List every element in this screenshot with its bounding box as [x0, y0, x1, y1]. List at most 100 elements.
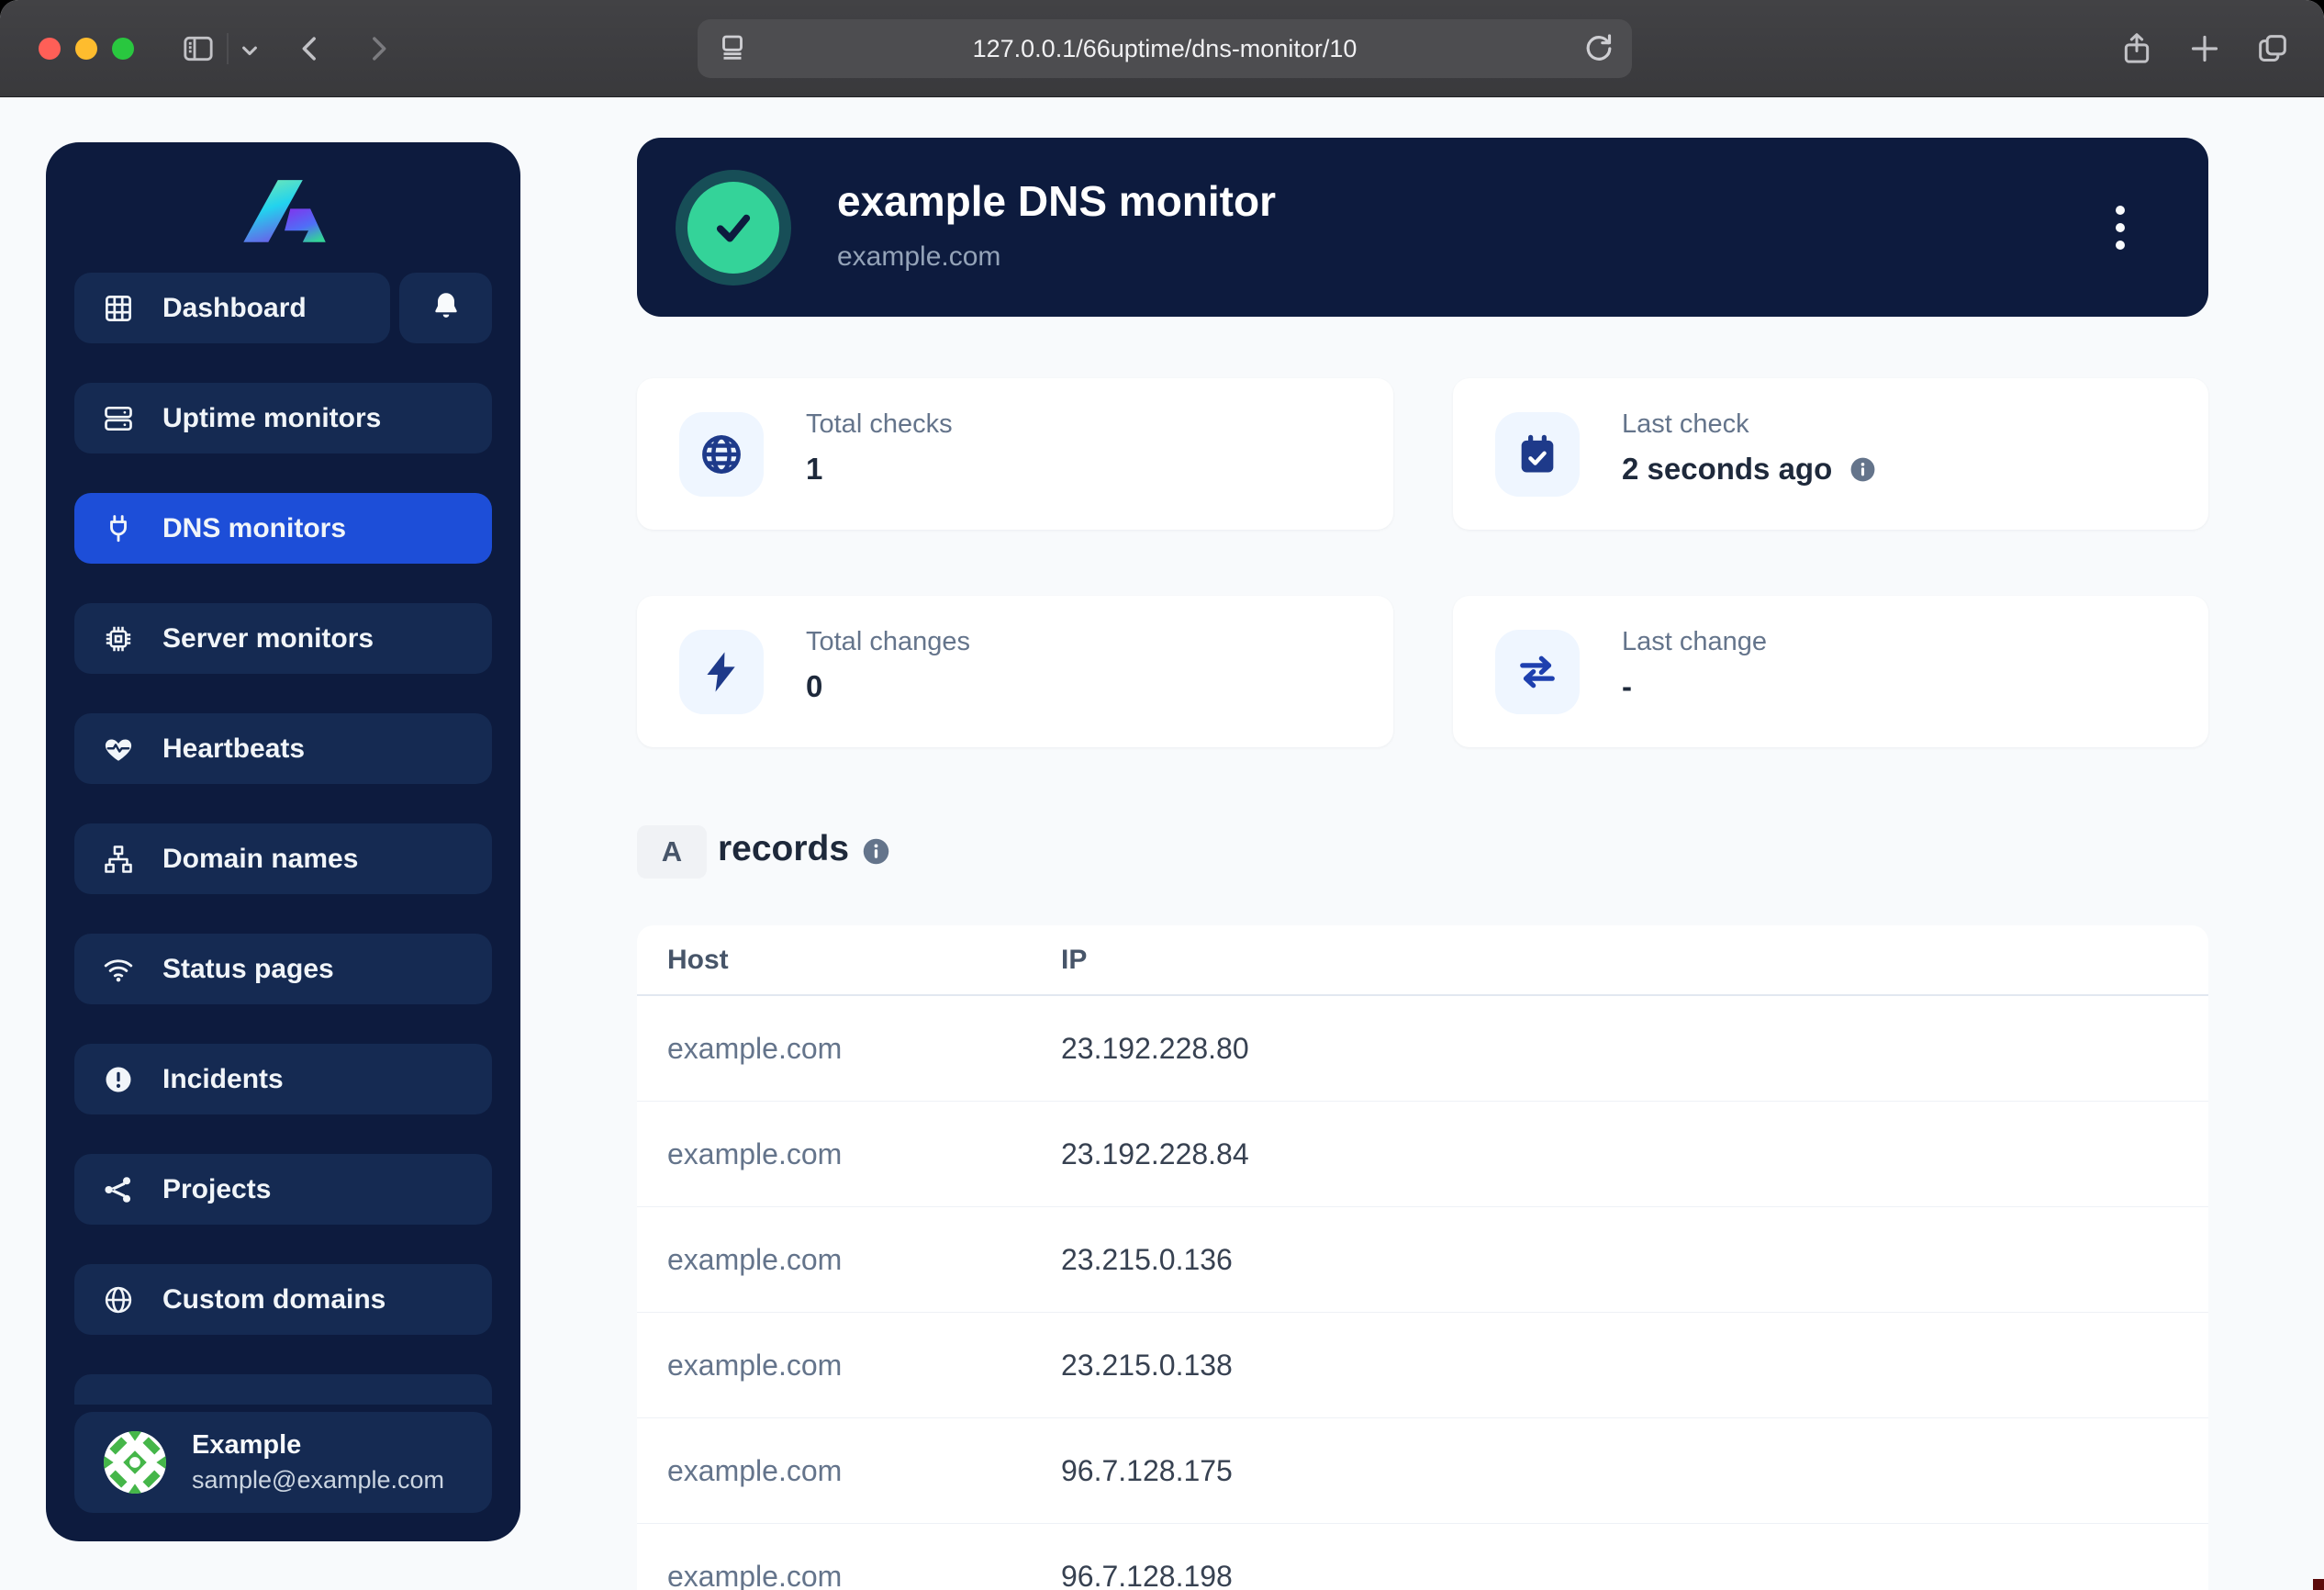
traffic-lights [39, 38, 134, 60]
ip-cell: 96.7.128.198 [1061, 1560, 1233, 1590]
toolbar-divider [227, 33, 229, 64]
sidebar-item-projects[interactable]: Projects [74, 1154, 492, 1225]
stat-label: Total checks [806, 409, 953, 440]
monitor-title: example DNS monitor [837, 176, 1276, 226]
sidebar-item-heartbeats[interactable]: Heartbeats [74, 713, 492, 784]
table-row: example.com 23.192.228.84 [637, 1102, 2208, 1207]
sidebar-item-custom-domains[interactable]: Custom domains [74, 1264, 492, 1335]
calendar-check-icon [1495, 412, 1580, 497]
sidebar-top-row: Dashboard [74, 273, 492, 343]
host-cell: example.com [667, 1349, 1061, 1383]
sidebar-item-uptime-monitors[interactable]: Uptime monitors [74, 383, 492, 453]
stat-label: Last check [1622, 409, 1749, 440]
sidebar-item-status-pages[interactable]: Status pages [74, 934, 492, 1004]
stat-card-last-check: Last check 2 seconds ago [1453, 378, 2208, 530]
back-icon[interactable] [292, 30, 329, 67]
tab-overview-icon[interactable] [2254, 30, 2291, 67]
table-row: example.com 23.192.228.80 [637, 996, 2208, 1102]
swap-arrows-icon [1495, 630, 1580, 714]
browser-toolbar: 127.0.0.1/66uptime/dns-monitor/10 [0, 0, 2324, 97]
sitemap-icon [102, 843, 135, 876]
sidebar-item-domain-names[interactable]: Domain names [74, 823, 492, 894]
column-header-ip: IP [1061, 945, 1087, 976]
ip-cell: 23.215.0.136 [1061, 1243, 1233, 1277]
kebab-menu-icon[interactable] [2096, 195, 2144, 261]
share-icon[interactable] [2118, 30, 2155, 67]
chevron-down-icon[interactable] [234, 35, 265, 66]
sidebar: Dashboard [46, 142, 520, 1541]
stat-value: - [1622, 669, 1632, 704]
sidebar-item-dns-monitors[interactable]: DNS monitors [74, 493, 492, 564]
records-title: records [718, 829, 849, 869]
sidebar-item-incidents[interactable]: Incidents [74, 1044, 492, 1114]
notifications-button[interactable] [399, 273, 492, 343]
stat-card-last-change: Last change - [1453, 596, 2208, 747]
table-row: example.com 23.215.0.136 [637, 1207, 2208, 1313]
close-window-button[interactable] [39, 38, 61, 60]
minimize-window-button[interactable] [75, 38, 97, 60]
page-settings-icon[interactable] [714, 30, 751, 67]
browser-window: 127.0.0.1/66uptime/dns-monitor/10 [0, 0, 2324, 1590]
stat-label: Total changes [806, 627, 970, 657]
grid-icon [102, 292, 135, 325]
globe-icon [679, 412, 764, 497]
sidebar-item-label: Projects [162, 1174, 271, 1205]
stat-value: 2 seconds ago [1622, 452, 1832, 487]
host-cell: example.com [667, 1560, 1061, 1590]
bolt-icon [679, 630, 764, 714]
sidebar-item-label: Heartbeats [162, 733, 305, 765]
sidebar-item-label: Domain names [162, 844, 358, 875]
zoom-window-button[interactable] [112, 38, 134, 60]
user-profile[interactable]: Example sample@example.com [74, 1412, 492, 1513]
ip-cell: 96.7.128.175 [1061, 1454, 1233, 1488]
wifi-icon [102, 953, 135, 986]
cpu-icon [102, 622, 135, 655]
stat-card-total-changes: Total changes 0 [637, 596, 1393, 747]
bell-icon [430, 289, 463, 327]
sidebar-item-label: Status pages [162, 954, 334, 985]
app-logo-icon [236, 177, 331, 265]
forward-icon[interactable] [360, 30, 397, 67]
stat-label: Last change [1622, 627, 1767, 657]
url-text: 127.0.0.1/66uptime/dns-monitor/10 [973, 35, 1358, 63]
record-type-badge: A [637, 825, 707, 879]
sidebar-item-partial[interactable] [74, 1374, 492, 1405]
plug-icon [102, 512, 135, 545]
ip-cell: 23.215.0.138 [1061, 1349, 1233, 1383]
stat-card-total-checks: Total checks 1 [637, 378, 1393, 530]
stat-value: 1 [806, 452, 822, 487]
address-bar[interactable]: 127.0.0.1/66uptime/dns-monitor/10 [698, 19, 1632, 78]
monitor-subtitle: example.com [837, 241, 1000, 273]
check-circle-icon [687, 182, 779, 274]
sidebar-nav: Dashboard [74, 273, 492, 1405]
host-cell: example.com [667, 1243, 1061, 1277]
sidebar-item-label: Server monitors [162, 623, 374, 655]
sidebar-item-label: Incidents [162, 1064, 284, 1095]
globe-icon [102, 1283, 135, 1316]
sidebar-item-label: DNS monitors [162, 513, 346, 544]
avatar [104, 1431, 166, 1494]
stat-value: 0 [806, 669, 822, 704]
table-row: example.com 96.7.128.198 [637, 1524, 2208, 1590]
info-icon[interactable] [1849, 455, 1877, 484]
info-icon[interactable] [861, 836, 891, 867]
server-stack-icon [102, 402, 135, 435]
exclamation-circle-icon [102, 1063, 135, 1096]
sidebar-item-label: Custom domains [162, 1284, 385, 1316]
reload-icon[interactable] [1581, 30, 1617, 67]
heart-pulse-icon [102, 733, 135, 766]
new-tab-icon[interactable] [2186, 30, 2223, 67]
user-email: sample@example.com [192, 1466, 444, 1495]
host-cell: example.com [667, 1137, 1061, 1171]
sidebar-toggle-icon[interactable] [180, 30, 217, 67]
user-name: Example [192, 1430, 444, 1461]
ip-cell: 23.192.228.84 [1061, 1137, 1249, 1171]
sidebar-item-dashboard[interactable]: Dashboard [74, 273, 390, 343]
table-header: Host IP [637, 925, 2208, 996]
sidebar-item-label: Dashboard [162, 293, 307, 324]
host-cell: example.com [667, 1454, 1061, 1488]
table-row: example.com 96.7.128.175 [637, 1418, 2208, 1524]
share-nodes-icon [102, 1173, 135, 1206]
host-cell: example.com [667, 1032, 1061, 1066]
sidebar-item-server-monitors[interactable]: Server monitors [74, 603, 492, 674]
